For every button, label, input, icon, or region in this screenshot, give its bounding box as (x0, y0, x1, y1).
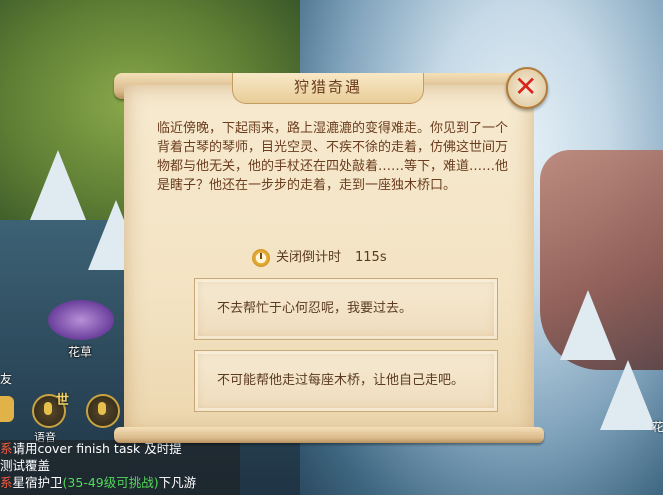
countdown-label: 关闭倒计时 (276, 250, 342, 265)
choice-help-button[interactable]: 不去帮忙于心何忍呢，我要过去。 (194, 278, 498, 340)
scroll-bottom-rod (114, 427, 544, 443)
chat-panel[interactable]: 系请用cover finish task 及时提 测试覆盖 系星宿护卫(35-4… (0, 440, 240, 495)
chat-line: 测试覆盖 (0, 457, 240, 474)
world-channel-tag: 世 (56, 393, 70, 408)
snow-tree (600, 360, 656, 430)
dialog-title: 狩猎奇遇 (232, 73, 424, 104)
chat-text: 下凡游 (158, 475, 197, 490)
choice-label: 不去帮忙于心何忍呢，我要过去。 (217, 301, 413, 316)
flower-right-label: 花 (652, 420, 663, 434)
chat-line: 系星宿护卫(35-49级可挑战)下凡游 (0, 474, 240, 491)
clock-icon (252, 248, 270, 267)
countdown-value: 115s (355, 250, 387, 265)
flower-herb-label: 花草 (68, 345, 93, 359)
choice-decline-button[interactable]: 不可能帮他走过每座木桥，让他自己走吧。 (194, 350, 498, 412)
close-button[interactable]: ✕ (506, 67, 548, 109)
friends-label: 友 (0, 372, 13, 386)
snow-tree (560, 290, 616, 360)
chat-text: 星宿护卫 (12, 475, 63, 490)
microphone-icon (98, 402, 106, 415)
close-x-icon: ✕ (514, 70, 538, 103)
chat-text: 测试覆盖 (0, 458, 51, 473)
microphone-icon (44, 402, 52, 415)
system-tag: 系 (0, 441, 13, 456)
story-text: 临近傍晚，下起雨来，路上湿漉漉的变得难走。你见到了一个背着古琴的琴师，目光空灵、… (157, 121, 509, 193)
choice-label: 不可能帮他走过每座木桥，让他自己走吧。 (217, 373, 465, 388)
flower-herb-node[interactable] (48, 300, 114, 340)
hunting-encounter-dialog: 狩猎奇遇 ✕ 临近傍晚，下起雨来，路上湿漉漉的变得难走。你见到了一个背着古琴的琴… (114, 67, 548, 443)
chat-text: 请用cover finish task 及时提 (12, 441, 182, 456)
chat-level-range: (35-49级可挑战) (62, 475, 159, 490)
close-countdown: 关闭倒计时 115s (252, 247, 387, 269)
snow-tree (30, 150, 86, 220)
system-tag: 系 (0, 475, 13, 490)
side-tab-button[interactable] (0, 396, 14, 422)
